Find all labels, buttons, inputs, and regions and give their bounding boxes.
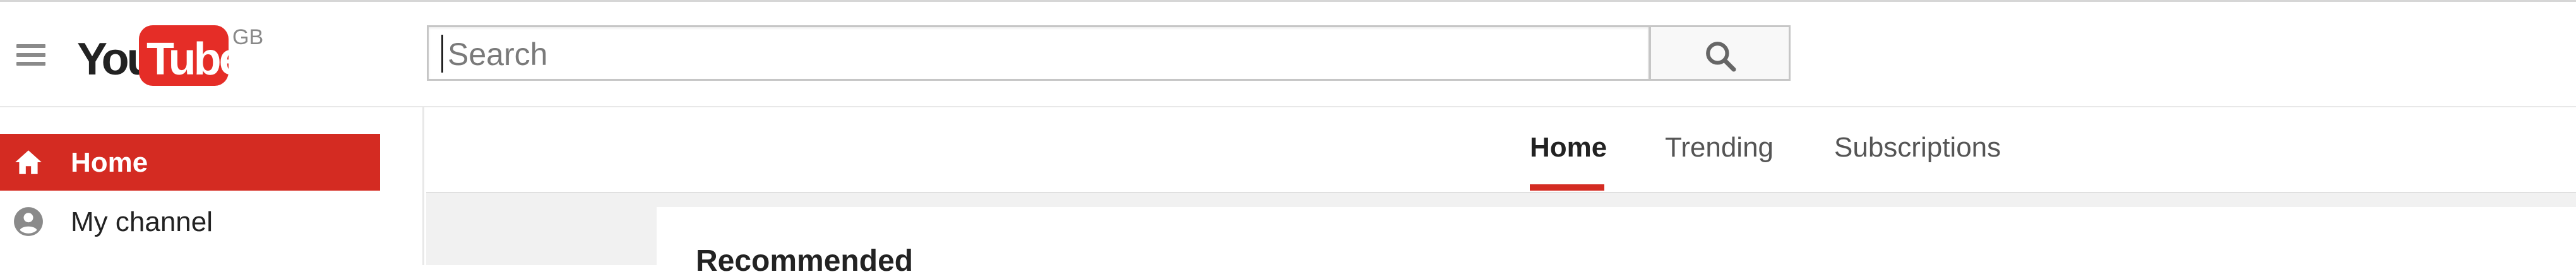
tab-trending[interactable]: Trending <box>1665 133 1774 163</box>
youtube-logo[interactable]: You Tube GB <box>77 25 266 88</box>
logo-tube-text: Tube <box>146 34 244 85</box>
menu-icon[interactable] <box>16 44 45 66</box>
feed-tabs: Home Trending Subscriptions <box>426 107 2576 193</box>
text-caret <box>441 35 443 73</box>
recommended-section: Recommended <box>657 207 2576 278</box>
search-placeholder: Search <box>448 37 548 72</box>
search-button[interactable] <box>1649 25 1791 81</box>
tab-home[interactable]: Home <box>1530 133 1607 163</box>
account-icon <box>14 207 43 236</box>
guide-sidebar: Home My channel <box>0 107 424 265</box>
sidebar-item-label: Home <box>71 147 148 178</box>
region-label: GB <box>232 25 264 49</box>
sidebar-item-label: My channel <box>71 206 213 237</box>
active-tab-indicator <box>1530 184 1604 191</box>
sidebar-item-home[interactable]: Home <box>0 134 380 191</box>
home-icon <box>15 150 42 174</box>
search-icon <box>1706 42 1736 72</box>
section-title: Recommended <box>696 244 914 278</box>
tab-subscriptions[interactable]: Subscriptions <box>1834 133 2001 163</box>
sidebar-item-my-channel[interactable]: My channel <box>0 193 380 250</box>
search-input[interactable]: Search <box>427 25 1650 81</box>
